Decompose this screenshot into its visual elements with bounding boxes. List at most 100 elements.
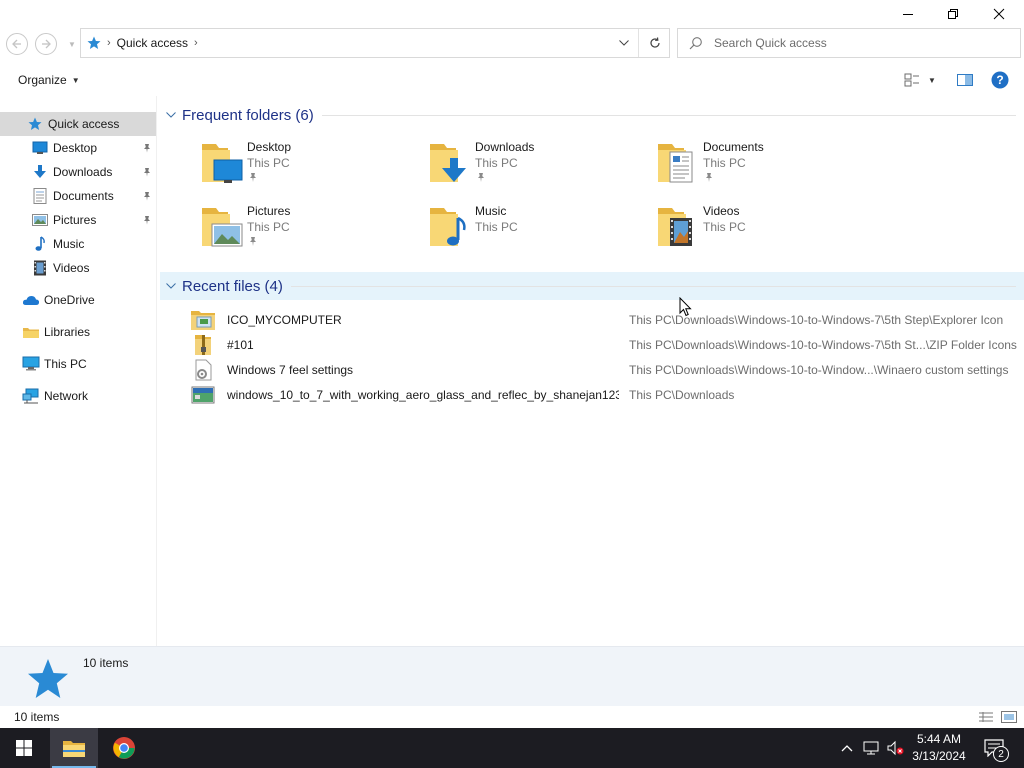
frequent-folders-header[interactable]: Frequent folders (6) [160,101,1024,129]
breadcrumb-separator-icon[interactable]: › [194,37,198,49]
taskbar-chrome[interactable] [100,728,148,768]
folder-name: Documents [703,140,764,154]
recent-file-name: ICO_MYCOMPUTER [227,313,342,327]
mouse-cursor-icon [679,297,692,317]
taskbar-clock[interactable]: 5:44 AM 3/13/2024 [906,731,972,765]
recent-file-row[interactable]: ICO_MYCOMPUTER This PC\Downloads\Windows… [190,308,1020,332]
folder-name: Music [475,204,507,218]
sidebar-item-documents[interactable]: Documents [0,184,156,208]
folder-tile-videos[interactable]: Videos This PC [656,204,876,264]
caret-down-icon: ▼ [71,75,80,85]
recent-locations-button[interactable]: ▼ [66,34,78,54]
star-icon [83,29,105,57]
sidebar-item-videos[interactable]: Videos [0,256,156,280]
details-view-icon [979,712,993,722]
recent-file-name: #101 [227,338,254,352]
sidebar-item-libraries[interactable]: Libraries [0,320,156,344]
sidebar-item-downloads[interactable]: Downloads [0,160,156,184]
status-item-count: 10 items [14,710,60,724]
sidebar-item-label: Pictures [53,213,97,227]
recent-file-row[interactable]: #101 This PC\Downloads\Windows-10-to-Win… [190,333,1020,357]
breadcrumb-quick-access[interactable]: Quick access [117,36,188,50]
sidebar-item-label: Quick access [48,117,120,131]
chevron-down-icon [619,40,629,46]
videos-icon [31,259,49,277]
pin-icon[interactable] [140,141,154,155]
pin-icon [250,237,256,246]
folder-location: This PC [475,220,518,234]
show-hidden-icons-button[interactable] [838,728,856,768]
folder-location: This PC [703,220,746,234]
svg-text:?: ? [996,73,1003,87]
details-view-button[interactable] [978,709,994,725]
sidebar-item-pictures[interactable]: Pictures [0,208,156,232]
settings-file-icon [190,359,216,381]
refresh-button[interactable] [641,29,669,57]
change-view-button[interactable]: ▼ [900,68,940,92]
sidebar-item-music[interactable]: Music [0,232,156,256]
navigation-pane: Quick access Desktop Downloads Documents… [0,108,156,646]
network-tray-icon [863,741,879,755]
preview-pane-icon [957,74,973,86]
forward-button[interactable] [34,32,58,56]
pictures-folder-icon [202,208,243,247]
folder-tile-desktop[interactable]: Desktop This PC [200,140,420,200]
pin-icon[interactable] [140,213,154,227]
folder-name: Pictures [247,204,291,218]
folder-tile-downloads[interactable]: Downloads This PC [428,140,648,200]
pane-divider[interactable] [156,96,157,646]
music-icon [31,235,49,253]
sidebar-item-label: Libraries [44,325,91,339]
large-icons-view-button[interactable] [1001,709,1017,725]
sidebar-item-onedrive[interactable]: OneDrive [0,288,156,312]
breadcrumb-separator-icon[interactable]: › [107,37,111,49]
sidebar-item-desktop[interactable]: Desktop [0,136,156,160]
recent-files-header[interactable]: Recent files (4) [160,272,1024,300]
volume-tray-button[interactable] [884,728,906,768]
desktop-folder-icon [202,144,243,183]
chevron-down-icon [160,112,182,118]
folder-location: This PC [703,156,746,170]
help-button[interactable]: ? [989,68,1011,92]
documents-icon [31,187,49,205]
folder-tile-music[interactable]: Music This PC [428,204,648,264]
downloads-folder-icon [430,144,466,182]
group-divider [321,114,1016,116]
restore-button[interactable] [930,0,976,28]
folder-file-icon [190,309,216,331]
recent-file-row[interactable]: windows_10_to_7_with_working_aero_glass_… [190,383,1020,407]
taskbar: 5:44 AM 3/13/2024 [0,728,1024,768]
preview-pane-button[interactable] [954,68,976,92]
search-input[interactable] [714,36,1004,50]
view-options-icon [904,73,920,87]
pictures-icon [31,211,49,229]
address-divider [638,29,639,57]
search-box[interactable] [677,28,1021,58]
sidebar-item-network[interactable]: Network [0,384,156,408]
folder-tile-documents[interactable]: Documents This PC [656,140,876,200]
close-button[interactable] [976,0,1022,28]
sidebar-item-label: This PC [44,357,87,371]
folder-name: Videos [703,204,740,218]
address-dropdown-button[interactable] [613,29,635,57]
sidebar-item-this-pc[interactable]: This PC [0,352,156,376]
sidebar-item-quick-access[interactable]: Quick access [0,112,156,136]
sidebar-item-label: Documents [53,189,114,203]
taskbar-file-explorer[interactable] [50,728,98,768]
minimize-button[interactable] [885,0,931,28]
recent-file-row[interactable]: Windows 7 feel settings This PC\Download… [190,358,1020,382]
organize-button[interactable]: Organize ▼ [10,68,88,92]
folder-tile-pictures[interactable]: Pictures This PC [200,204,420,264]
address-row: ▼ › Quick access › [0,28,1024,60]
help-icon: ? [991,71,1009,89]
notification-count-badge: 2 [993,746,1009,762]
recent-file-name: windows_10_to_7_with_working_aero_glass_… [227,388,619,402]
pin-icon[interactable] [140,189,154,203]
file-explorer-icon [63,741,85,757]
back-button[interactable] [5,32,29,56]
pin-icon[interactable] [140,165,154,179]
address-bar[interactable]: › Quick access › [80,28,670,58]
start-button[interactable] [0,728,48,768]
network-tray-button[interactable] [860,728,882,768]
volume-muted-icon [887,740,904,756]
